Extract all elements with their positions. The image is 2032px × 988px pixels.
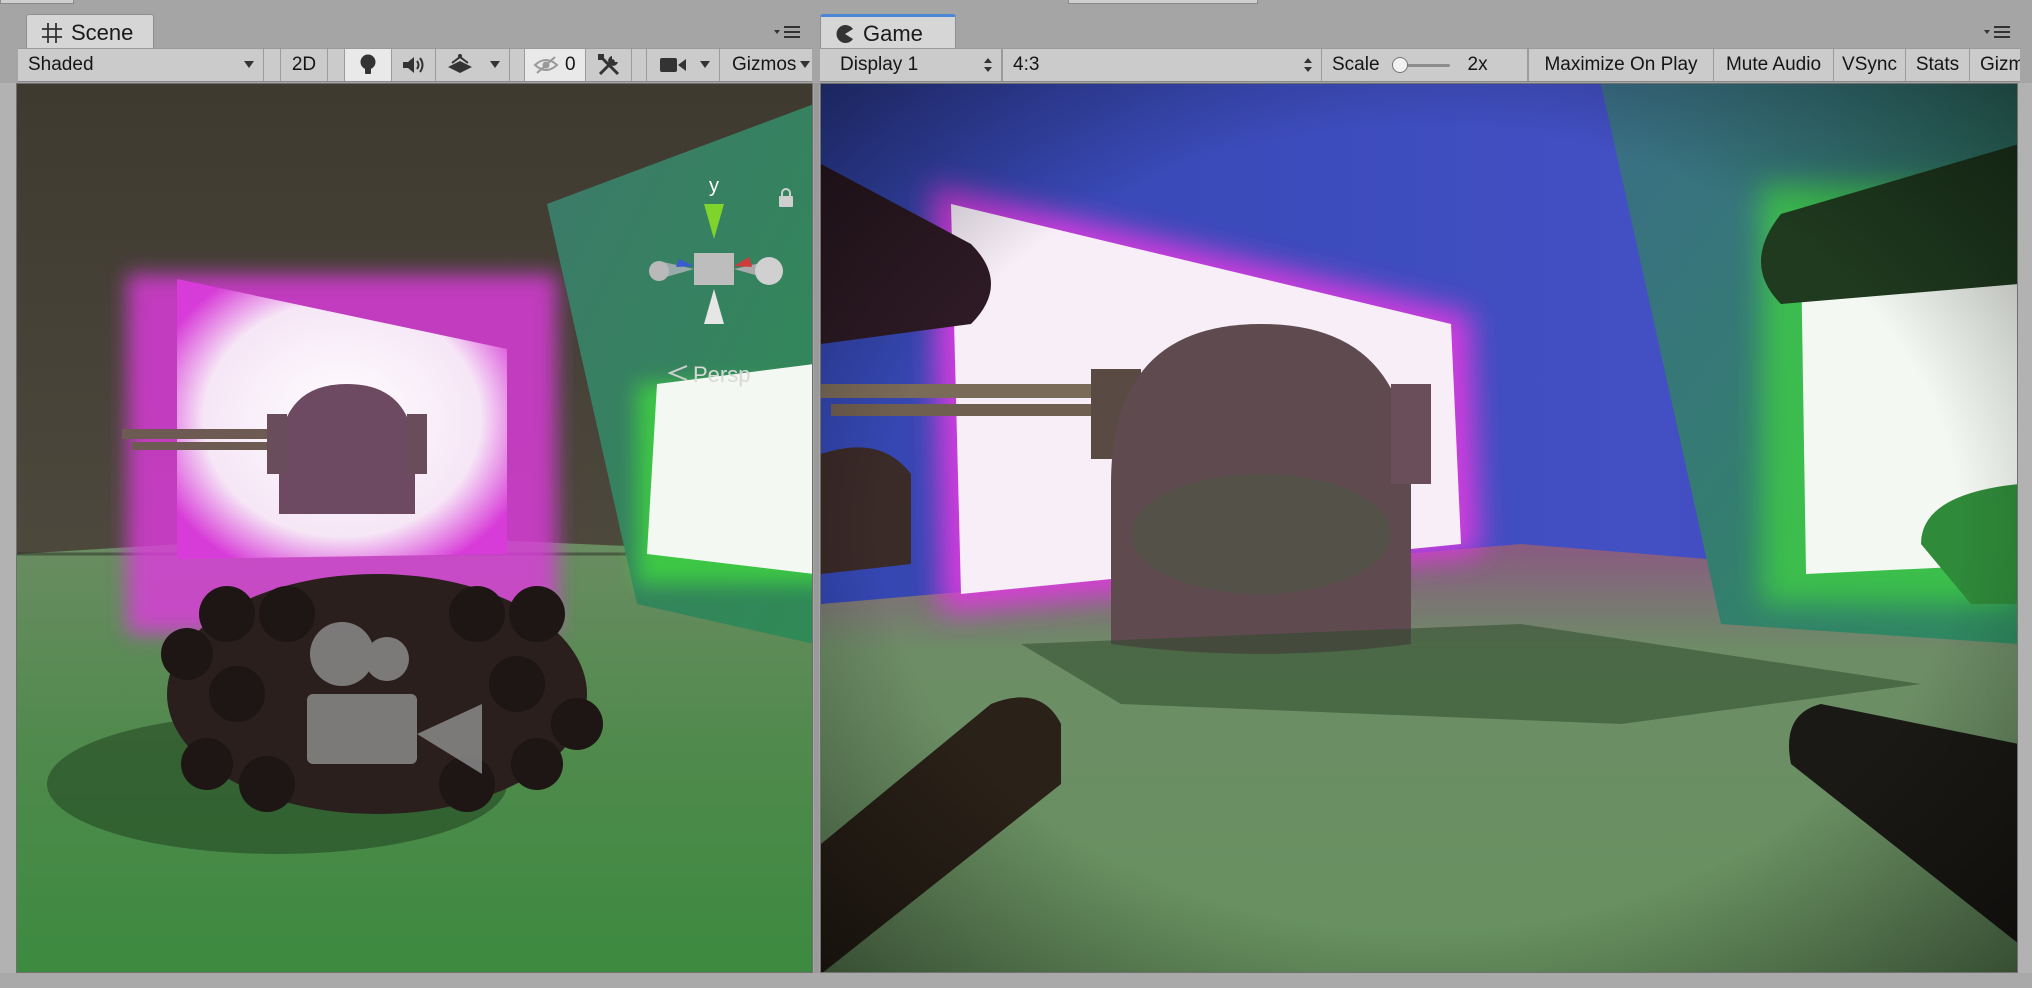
effects-toggle[interactable] [436,49,510,81]
scale-slider-thumb[interactable] [1391,57,1408,73]
tools-toggle[interactable] [586,49,632,81]
aspect-label: 4:3 [1013,54,1040,75]
eye-hidden-icon [533,56,559,74]
mute-audio-toggle[interactable]: Mute Audio [1714,49,1834,81]
game-viewport[interactable] [820,83,2018,973]
effects-icon [448,54,472,73]
tab-scene-label: Scene [71,19,134,45]
scene-panel-menu-icon[interactable] [772,22,802,42]
mute-audio-label: Mute Audio [1725,54,1822,75]
right-edge-strip [2018,83,2032,973]
vsync-label: VSync [1842,54,1897,75]
mode-2d-toggle[interactable]: 2D [280,49,328,81]
grid-icon [42,22,62,43]
gizmos-chevron-icon [800,61,810,68]
camera-chevron-icon [700,61,710,68]
maximize-on-play-toggle[interactable]: Maximize On Play [1528,49,1714,81]
tab-game[interactable]: Game [820,14,956,50]
scene-render: y Persp [17,84,812,972]
camera-settings-dropdown[interactable] [646,49,720,81]
draw-mode-dropdown[interactable]: Shaded [18,49,264,81]
scale-label: Scale [1332,54,1380,75]
scale-control: Scale 2x [1322,49,1528,81]
scene-visibility-toggle[interactable]: 0 [524,49,586,81]
game-render [821,84,2017,972]
maximize-on-play-label: Maximize On Play [1544,54,1698,75]
game-toolbar: Display 1 4:3 Scale 2x Maximize On Play … [820,48,2020,82]
game-panel-menu-icon[interactable] [1982,22,2012,42]
scene-gizmos-label: Gizmos [732,54,797,75]
tools-icon [597,54,619,76]
lightbulb-icon [360,54,376,74]
tab-game-label: Game [863,20,923,46]
aspect-dropdown[interactable]: 4:3 [1002,49,1322,81]
game-gizmos-dropdown[interactable]: Gizmo [1970,49,2020,81]
left-edge-strip [0,83,16,973]
scale-value: 2x [1467,54,1488,75]
mode-2d-label: 2D [291,54,317,75]
effects-chevron-icon [490,61,500,68]
aspect-updown-icon [1304,58,1312,72]
display-dropdown[interactable]: Display 1 [830,49,1002,81]
stats-toggle[interactable]: Stats [1906,49,1970,81]
audio-toggle[interactable] [392,49,436,81]
panel-splitter[interactable] [814,83,819,973]
scene-viewport[interactable]: y Persp [16,83,813,973]
bottom-edge-strip [0,973,2032,988]
chevron-down-icon [244,61,254,68]
stats-label: Stats [1915,54,1960,75]
speaker-icon [402,57,423,73]
hidden-count: 0 [565,54,576,75]
window-strip-center [1068,0,1258,4]
lighting-toggle[interactable] [344,49,392,81]
scene-toolbar: Shaded 2D 0 Gizmos [18,48,812,82]
pacman-icon [836,24,853,43]
scale-slider[interactable] [1391,55,1452,75]
updown-arrows-icon [984,58,992,72]
projection-label: Persp [693,362,750,387]
vsync-toggle[interactable]: VSync [1834,49,1906,81]
gizmo-y-label: y [709,175,719,197]
tab-scene[interactable]: Scene [26,14,154,50]
game-gizmos-label: Gizmo [1980,54,2020,75]
camera-icon [660,58,686,72]
display-label: Display 1 [840,54,919,75]
draw-mode-label: Shaded [28,54,94,75]
window-strip-left [0,0,74,4]
scene-gizmos-dropdown[interactable]: Gizmos [720,49,812,81]
